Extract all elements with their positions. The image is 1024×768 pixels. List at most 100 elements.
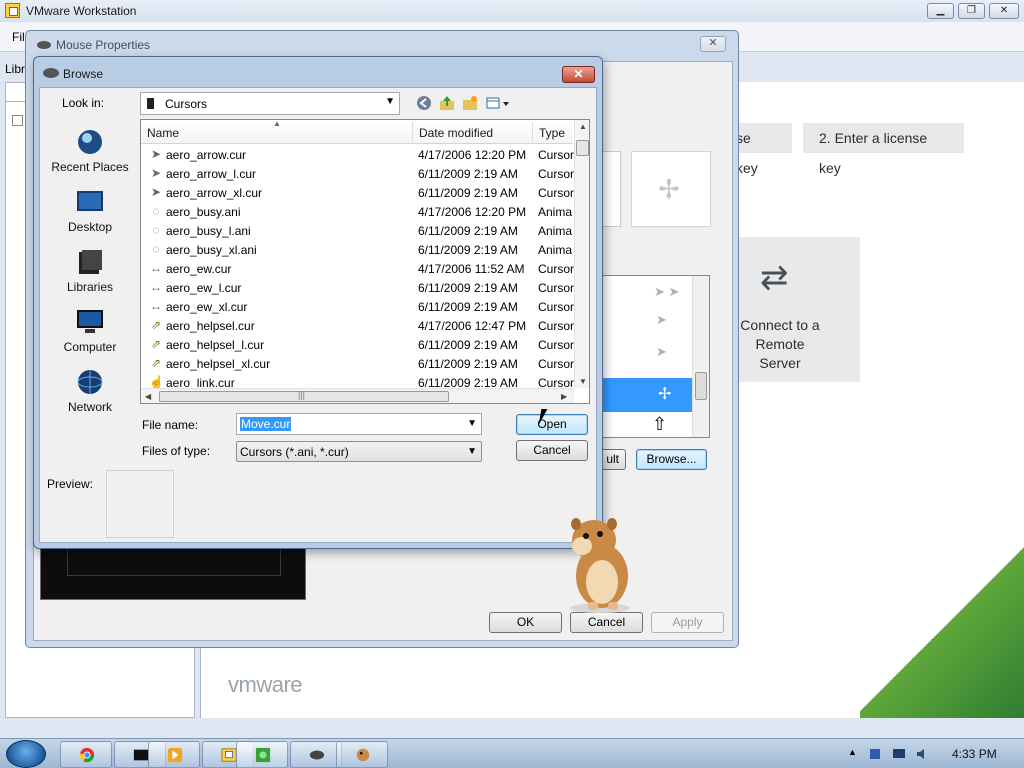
maximize-button[interactable]: ❐ — [958, 3, 985, 19]
file-date: 6/11/2009 2:19 AM — [418, 167, 518, 181]
minimize-button[interactable]: ▁ — [927, 3, 954, 19]
file-date: 6/11/2009 2:19 AM — [418, 281, 518, 295]
file-list-vertical-scrollbar[interactable]: ▲ ▼ — [574, 120, 589, 388]
column-date-modified[interactable]: Date modified — [419, 126, 493, 140]
file-list[interactable]: Name ▲ Date modified Type ➤ aero_arrow.cu… — [140, 119, 590, 404]
open-button[interactable]: Open — [516, 414, 588, 435]
place-desktop[interactable]: Desktop — [44, 188, 136, 234]
files-of-type-dropdown[interactable]: Cursors (*.ani, *.cur) ▼ — [236, 441, 482, 462]
file-row[interactable]: ➤ aero_arrow_l.cur 6/11/2009 2:19 AM Cursor — [141, 164, 574, 183]
preview-label: Preview: — [47, 477, 94, 491]
file-row[interactable]: ⇗ aero_helpsel_xl.cur 6/11/2009 2:19 AM Cur… — [141, 354, 574, 373]
cursor-file-icon: ⇗ — [150, 356, 162, 370]
taskbar-media-player[interactable] — [148, 741, 200, 768]
menu-file[interactable]: Fil — [12, 30, 25, 44]
taskbar-green-app[interactable] — [236, 741, 288, 768]
place-recent-places[interactable]: Recent Places — [44, 128, 136, 174]
file-name: aero_helpsel_xl.cur — [166, 357, 271, 371]
browse-cancel-button[interactable]: Cancel — [516, 440, 588, 461]
file-type: Cursor — [538, 300, 574, 314]
browse-button[interactable]: Browse... — [636, 449, 707, 470]
up-folder-icon[interactable] — [438, 95, 456, 111]
file-date: 6/11/2009 2:19 AM — [418, 186, 518, 200]
chevron-down-icon: ▼ — [467, 446, 477, 457]
file-row[interactable]: ↔ aero_ew_xl.cur 6/11/2009 2:19 AM Cursor — [141, 297, 574, 316]
hamster-icon — [570, 518, 630, 613]
close-icon[interactable]: ✕ — [700, 36, 726, 52]
file-name: aero_arrow_l.cur — [166, 167, 257, 181]
back-icon[interactable] — [415, 95, 433, 111]
file-date: 4/17/2006 12:20 PM — [418, 205, 527, 219]
file-row[interactable]: ◌ aero_busy.ani 4/17/2006 12:20 PM Anima — [141, 202, 573, 221]
file-row[interactable]: ◌ aero_busy_xl.ani 6/11/2009 2:19 AM Anima — [141, 240, 573, 259]
cursor-file-icon: ➤ — [150, 166, 162, 180]
up-arrow-cursor-icon: ⇧ — [652, 414, 668, 434]
enter-license-key-button[interactable]: 2. Enter a license key — [803, 123, 964, 176]
file-name: aero_ew_xl.cur — [166, 300, 248, 314]
place-network[interactable]: Network — [44, 368, 136, 414]
column-type[interactable]: Type — [539, 126, 565, 140]
place-computer[interactable]: Computer — [44, 308, 136, 354]
file-row[interactable]: ◌ aero_busy_l.ani 6/11/2009 2:19 AM Anima — [141, 221, 573, 240]
file-row[interactable]: ➤ aero_arrow.cur 4/17/2006 12:20 PM Cursor — [141, 145, 574, 164]
volume-icon[interactable] — [916, 748, 930, 760]
connect-remote-server-label: Connect to a Remote Server — [740, 317, 820, 371]
file-list-header: Name ▲ Date modified Type — [141, 120, 573, 144]
view-menu-icon[interactable] — [485, 95, 511, 111]
close-icon[interactable]: ✕ — [562, 66, 595, 83]
new-folder-icon[interactable] — [461, 95, 479, 111]
taskbar-hamster[interactable] — [336, 741, 388, 768]
close-button[interactable]: ✕ — [989, 3, 1019, 19]
file-row[interactable]: ⇗ aero_helpsel_l.cur 6/11/2009 2:19 AM Curs… — [141, 335, 574, 354]
working-cursor-icon: ➤ — [656, 344, 667, 359]
look-in-label: Look in: — [62, 96, 105, 110]
file-name: aero_arrow_xl.cur — [166, 186, 263, 200]
file-row[interactable]: ➤ aero_arrow_xl.cur 6/11/2009 2:19 AM Curso… — [141, 183, 574, 202]
file-type: Cursor — [538, 262, 574, 276]
file-name-input[interactable]: Move.cur ▼ — [236, 413, 482, 435]
taskbar-mouse[interactable] — [290, 741, 342, 768]
desktop-icon — [77, 191, 103, 211]
green-app-icon — [255, 747, 271, 763]
file-list-horizontal-scrollbar[interactable]: ◀ ||| ▶ — [141, 388, 574, 403]
file-type: Cursor — [538, 148, 574, 162]
file-type: Cursor — [538, 281, 574, 295]
cursor-list[interactable]: ➤ ➤ ➤ ➤ ✢ ⇧ — [597, 275, 710, 438]
ok-button[interactable]: OK — [489, 612, 562, 633]
file-row[interactable]: ↔ aero_ew_l.cur 6/11/2009 2:19 AM Cursor — [141, 278, 574, 297]
selected-cursor-row[interactable]: ✢ — [598, 378, 693, 412]
cursor-file-icon: ➤ — [150, 147, 162, 161]
vmware-title-bar: VMware Workstation ▁ ❐ ✕ — [0, 0, 1024, 22]
clock[interactable]: 4:33 PM — [952, 747, 997, 761]
places-bar: Recent Places Desktop Libraries Computer… — [44, 118, 136, 420]
column-name[interactable]: Name — [147, 126, 179, 140]
file-row[interactable]: ⇗ aero_helpsel.cur 4/17/2006 12:47 PM Curso… — [141, 316, 574, 335]
chevron-down-icon[interactable]: ▼ — [467, 418, 477, 429]
files-of-type-value: Cursors (*.ani, *.cur) — [240, 445, 349, 459]
file-name-value: Move.cur — [240, 417, 292, 431]
files-of-type-label: Files of type: — [142, 444, 211, 458]
cursor-file-icon: ⇗ — [150, 337, 162, 351]
file-row[interactable]: ↔ aero_ew.cur 4/17/2006 11:52 AM Cursor — [141, 259, 574, 278]
file-type: Cursor — [538, 186, 574, 200]
monitor-icon[interactable] — [892, 748, 906, 760]
tree-expander[interactable] — [12, 115, 23, 126]
mouse-cancel-button[interactable]: Cancel — [570, 612, 643, 633]
mouse-icon — [43, 68, 59, 78]
file-name: aero_busy.ani — [166, 205, 241, 219]
taskbar-chrome[interactable] — [60, 741, 112, 768]
cursor-file-icon: ◌ — [152, 242, 160, 256]
file-date: 4/17/2006 12:47 PM — [418, 319, 527, 333]
place-libraries[interactable]: Libraries — [44, 248, 136, 294]
place-label: Network — [67, 400, 112, 414]
look-in-value: Cursors — [165, 97, 208, 111]
cursor-file-icon: ➤ — [150, 185, 162, 199]
recent-places-icon — [78, 130, 102, 154]
vmware-green-graphic — [860, 540, 1024, 718]
flag-icon[interactable] — [868, 748, 882, 760]
cursor-list-scrollbar[interactable] — [692, 276, 709, 437]
show-hidden-icons-icon[interactable]: ▲ — [848, 747, 857, 757]
look-in-dropdown[interactable]: Cursors ▼ — [140, 92, 400, 115]
file-name: aero_busy_l.ani — [166, 224, 251, 238]
start-button[interactable] — [6, 740, 46, 768]
